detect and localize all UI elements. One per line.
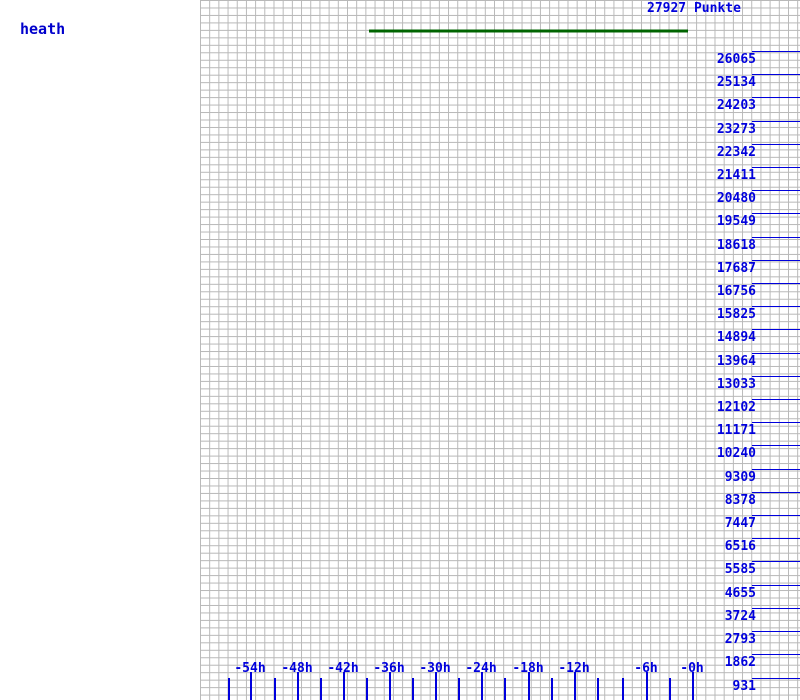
y-axis-tick-rule [752, 353, 800, 354]
y-axis-tick-rule [752, 97, 800, 98]
y-axis-tick-rule [752, 74, 800, 75]
x-axis-tick-label: -18h [512, 661, 544, 676]
y-axis-tick-rule [752, 213, 800, 214]
y-axis-tick-rule [752, 283, 800, 284]
y-axis-tick-rule [752, 306, 800, 307]
y-axis-tick-label: 14894 [716, 330, 756, 345]
x-axis-tick-label: -36h [373, 661, 405, 676]
x-axis-major-tick [343, 672, 345, 700]
y-axis-tick-label: 7447 [724, 516, 756, 531]
y-axis-tick-rule [752, 167, 800, 168]
y-axis-tick-rule [752, 376, 800, 377]
y-axis-tick-rule [752, 51, 800, 52]
x-axis-tick-label: -42h [327, 661, 359, 676]
x-axis-minor-tick [366, 678, 368, 700]
y-axis-tick-rule [752, 190, 800, 191]
x-axis-minor-tick [412, 678, 414, 700]
y-axis-tick-rule [752, 469, 800, 470]
y-axis-tick-label: 23273 [716, 122, 756, 137]
x-axis-major-tick [481, 672, 483, 700]
x-axis-tick-label: -6h [634, 661, 658, 676]
y-axis-tick-label: 931 [732, 679, 756, 694]
y-axis-tick-rule [752, 515, 800, 516]
y-axis-tick-rule [752, 678, 800, 679]
y-axis-tick-rule [752, 631, 800, 632]
y-axis-tick-label: 18618 [716, 238, 756, 253]
x-axis-minor-tick [622, 678, 624, 700]
y-axis-tick-rule [752, 585, 800, 586]
y-axis-tick-rule [752, 608, 800, 609]
y-axis-tick-label: 25134 [716, 75, 756, 90]
y-axis-tick-label: 6516 [724, 539, 756, 554]
x-axis-major-tick [250, 672, 252, 700]
y-axis-tick-label: 22342 [716, 145, 756, 160]
y-axis-tick-rule [752, 329, 800, 330]
y-axis-tick-label: 4655 [724, 586, 756, 601]
y-axis-tick-label: 20480 [716, 191, 756, 206]
y-axis-tick-label: 5585 [724, 562, 756, 577]
graph-title: heath [20, 20, 66, 38]
x-axis-minor-tick [551, 678, 553, 700]
x-axis-major-tick [528, 672, 530, 700]
x-axis-minor-tick [228, 678, 230, 700]
x-axis-minor-tick [274, 678, 276, 700]
y-axis-tick-rule [752, 561, 800, 562]
x-axis-major-tick [389, 672, 391, 700]
y-axis-tick-label: 24203 [716, 98, 756, 113]
x-axis-minor-tick [597, 678, 599, 700]
x-axis-major-tick [646, 672, 648, 700]
y-axis-tick-label: 13033 [716, 377, 756, 392]
x-axis-minor-tick [504, 678, 506, 700]
y-axis-tick-label: 17687 [716, 261, 756, 276]
y-axis-tick-label: 16756 [716, 284, 756, 299]
x-axis-minor-tick [320, 678, 322, 700]
y-axis-tick-label: 9309 [724, 470, 756, 485]
x-axis-tick-label: -12h [558, 661, 590, 676]
y-axis-tick-rule [752, 121, 800, 122]
y-axis-tick-rule [752, 422, 800, 423]
y-axis-tick-rule [752, 237, 800, 238]
plot-area [200, 0, 800, 700]
y-axis-tick-label: 21411 [716, 168, 756, 183]
x-axis-tick-label: -0h [680, 661, 704, 676]
y-axis-tick-rule [752, 260, 800, 261]
y-axis-tick-label: 8378 [724, 493, 756, 508]
y-axis-tick-label: 1862 [724, 655, 756, 670]
y-axis-tick-label: 10240 [716, 446, 756, 461]
y-axis-tick-rule [752, 492, 800, 493]
x-axis-tick-label: -48h [281, 661, 313, 676]
y-axis-tick-label: 12102 [716, 400, 756, 415]
y-axis-tick-label: 19549 [716, 214, 756, 229]
x-axis-tick-label: -54h [234, 661, 266, 676]
x-axis-major-tick [574, 672, 576, 700]
y-axis-tick-rule [752, 399, 800, 400]
x-axis-major-tick [297, 672, 299, 700]
x-axis-major-tick [435, 672, 437, 700]
y-axis-tick-label: 11171 [716, 423, 756, 438]
y-axis-tick-label: 26065 [716, 52, 756, 67]
y-axis-tick-label: 3724 [724, 609, 756, 624]
y-axis-tick-rule [752, 538, 800, 539]
y-axis-tick-label: 2793 [724, 632, 756, 647]
x-axis-minor-tick [458, 678, 460, 700]
y-axis-tick-rule [752, 144, 800, 145]
y-axis-tick-label: 13964 [716, 354, 756, 369]
y-axis-tick-rule [752, 654, 800, 655]
y-axis-tick-rule [752, 445, 800, 446]
x-axis-minor-tick [669, 678, 671, 700]
x-axis-tick-label: -30h [419, 661, 451, 676]
x-axis-major-tick [692, 672, 694, 700]
y-axis-tick-label: 15825 [716, 307, 756, 322]
total-points-label: 27927 Punkte [647, 1, 741, 16]
x-axis-tick-label: -24h [465, 661, 497, 676]
